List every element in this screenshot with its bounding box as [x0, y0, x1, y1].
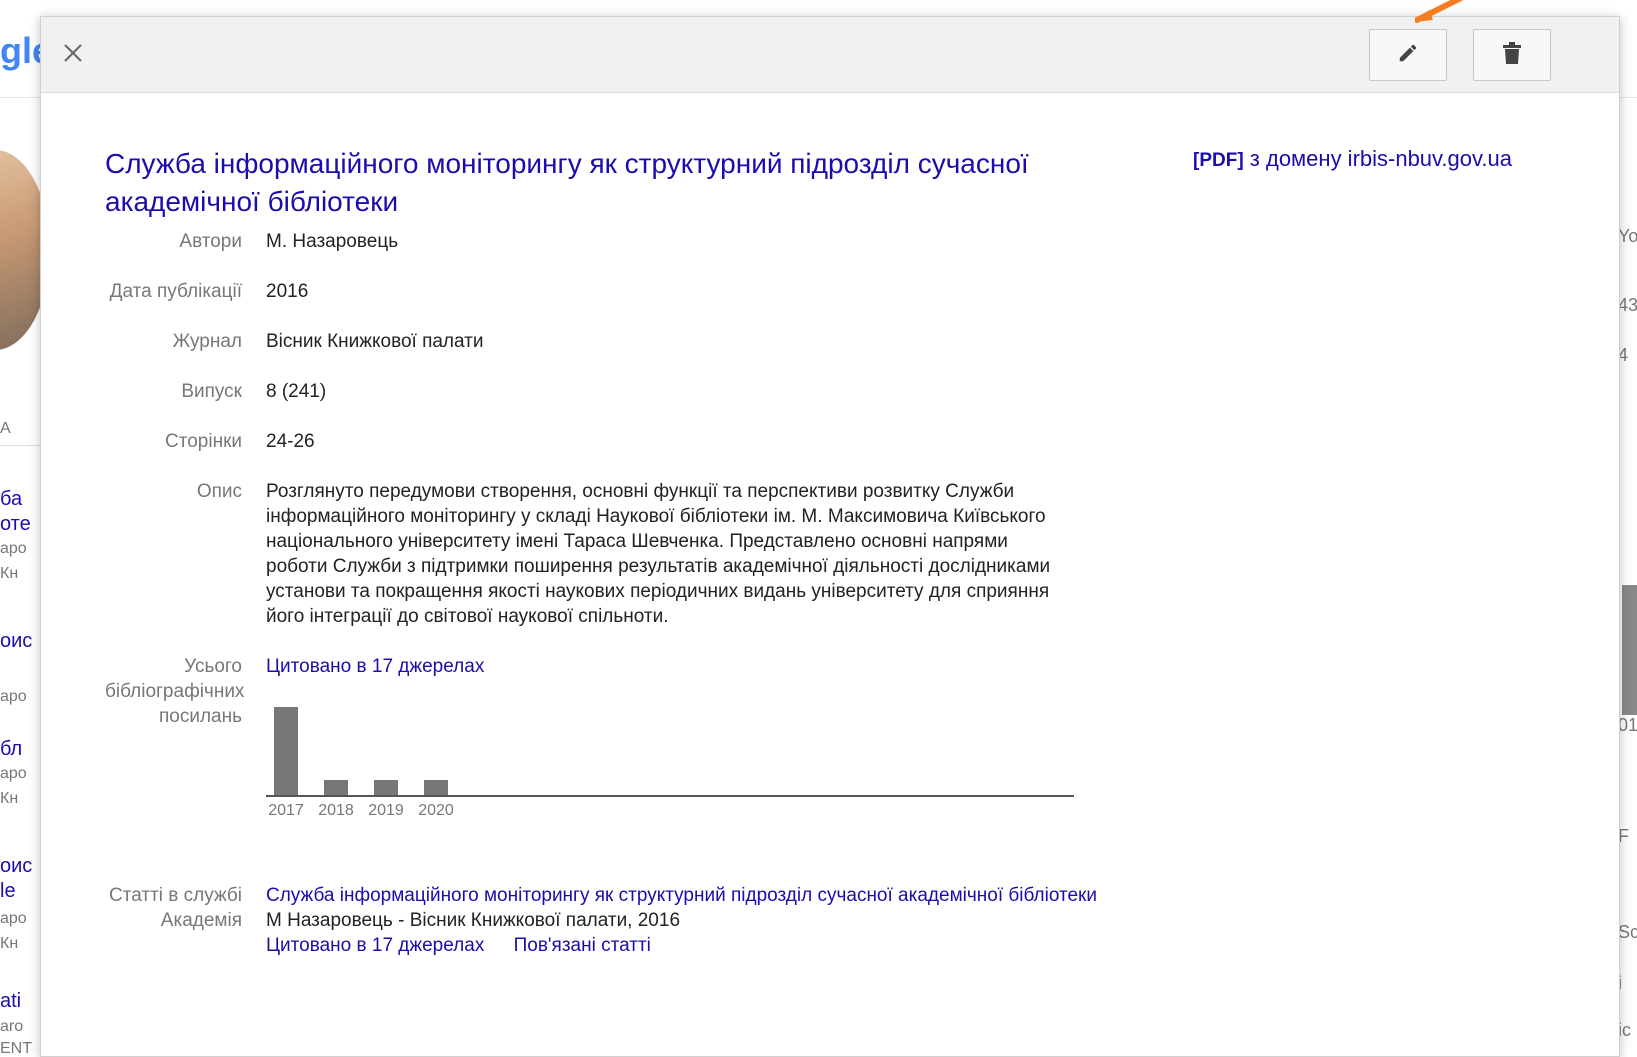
close-button[interactable] [57, 39, 89, 71]
background-left-fragment: аро [0, 540, 27, 557]
background-left-fragment: бл [0, 738, 23, 760]
close-icon [62, 42, 84, 69]
chart-tick-label: 2018 [318, 802, 354, 819]
background-left-fragment: оис [0, 630, 33, 652]
background-right-fragment: Sc [1618, 922, 1637, 942]
background-left-fragment: Кн [0, 790, 19, 807]
background-left-fragment: оте [0, 513, 31, 535]
edit-button[interactable] [1369, 29, 1447, 81]
background-right-fragment: 01 [1618, 715, 1637, 735]
field-scholar-articles: Статті в службі Академія Служба інформац… [105, 883, 1145, 958]
background-left-fragment: le [0, 880, 16, 902]
field-value: 2016 [266, 281, 309, 302]
related-links: Цитовано в 17 джерелах Пов'язані статті [266, 933, 1145, 958]
background-left-fragment: оис [0, 855, 33, 877]
related-articles-link[interactable]: Пов'язані статті [514, 935, 651, 956]
background-left-fragment: ati [0, 990, 22, 1012]
background-left-fragment: A [0, 420, 11, 437]
pencil-icon [1397, 42, 1419, 69]
background-left-fragment: аро [0, 765, 27, 782]
field-value: Вісник Книжкової палати [266, 331, 484, 352]
description-text: Розглянуто передумови створення, основні… [266, 481, 1051, 627]
chart-baseline [266, 795, 1074, 797]
field-description: Опис Розглянуто передумови створення, ос… [105, 479, 1145, 629]
field-label: Журнал [172, 331, 242, 352]
field-pages: Сторінки 24-26 [105, 429, 1145, 454]
background-divider [0, 445, 40, 446]
trash-icon [1502, 41, 1522, 69]
pdf-domain-text: з домену irbis-nbuv.gov.ua [1249, 146, 1512, 171]
article-title-link[interactable]: Служба інформаційного моніторингу як стр… [105, 145, 1145, 221]
chart-tick-label: 2017 [268, 802, 304, 819]
background-left-fragment: aro [0, 1018, 24, 1035]
dialog-header [41, 17, 1619, 93]
citations-chart: 2017 2018 2019 2020 [266, 687, 1074, 823]
background-left-fragment: ENT [0, 1040, 32, 1057]
delete-button[interactable] [1473, 29, 1551, 81]
field-value: 8 (241) [266, 381, 327, 402]
background-left-fragment: аро [0, 910, 27, 927]
related-article-title-link[interactable]: Служба інформаційного моніторингу як стр… [266, 883, 1145, 908]
related-block: Служба інформаційного моніторингу як стр… [266, 883, 1145, 958]
chart-bar-2019 [374, 780, 398, 795]
background-left-fragment: ба [0, 488, 23, 510]
background-right-fragment: 43 [1618, 295, 1637, 315]
field-label: Статті в службі Академія [109, 885, 242, 931]
field-label: Випуск [181, 381, 242, 402]
field-label: Автори [179, 231, 242, 252]
chart-bar-2020 [424, 780, 448, 795]
chart-tick-label: 2020 [418, 802, 454, 819]
article-dialog: Служба інформаційного моніторингу як стр… [40, 16, 1620, 1057]
related-article-meta: М Назаровець - Вісник Книжкової палати, … [266, 910, 681, 931]
field-label: Сторінки [165, 431, 242, 452]
field-label: Дата публікації [109, 281, 242, 302]
field-authors: Автори М. Назаровець [105, 229, 1145, 254]
field-citations: Усього бібліографічних посилань Цитовано… [105, 654, 1145, 823]
background-left-fragment: Кн [0, 565, 19, 582]
field-value: 24-26 [266, 431, 315, 452]
field-journal: Журнал Вісник Книжкової палати [105, 329, 1145, 354]
background-logo-fragment: gle [0, 30, 40, 71]
field-label: Усього бібліографічних посилань [105, 656, 245, 727]
background-left-fragment: Кн [0, 935, 19, 952]
article-fields: Автори М. Назаровець Дата публікації 201… [105, 229, 1145, 983]
chart-tick-label: 2019 [368, 802, 404, 819]
background-right-fragment: Yo [1618, 226, 1637, 246]
chart-bar-2018 [324, 780, 348, 795]
pointer-arrow-icon [1415, 0, 1464, 23]
chart-bar-2017 [274, 707, 298, 795]
background-left-fragment: аро [0, 688, 27, 705]
pdf-tag: [PDF] [1193, 150, 1244, 171]
background-scroll-block [1622, 585, 1637, 715]
citations-block: Цитовано в 17 джерелах 2017 2018 2019 2020 [266, 654, 1145, 823]
field-label: Опис [196, 481, 242, 502]
field-issue: Випуск 8 (241) [105, 379, 1145, 404]
field-value: М. Назаровець [266, 231, 399, 252]
cited-by-link[interactable]: Цитовано в 17 джерелах [266, 654, 1145, 679]
pdf-link[interactable]: [PDF] з домену irbis-nbuv.gov.ua [1193, 146, 1512, 172]
field-date: Дата публікації 2016 [105, 279, 1145, 304]
related-cited-link[interactable]: Цитовано в 17 джерелах [266, 935, 484, 956]
